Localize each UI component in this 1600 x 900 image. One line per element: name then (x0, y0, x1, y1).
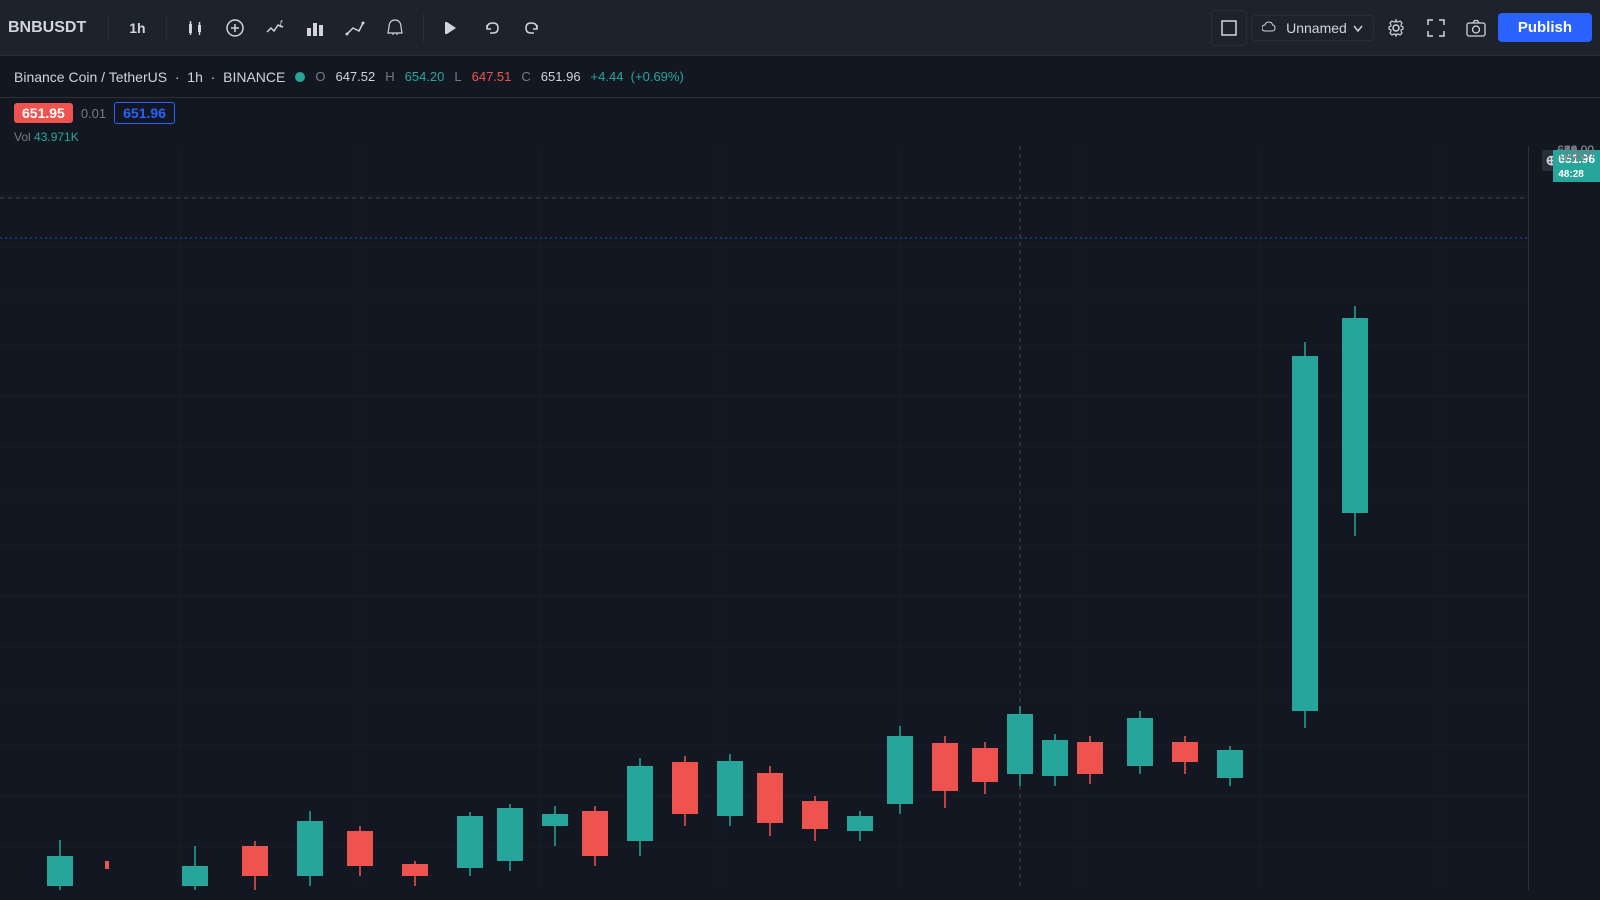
chevron-down-icon (1353, 24, 1363, 32)
price-tags-row: 651.95 0.01 651.96 (0, 98, 1600, 128)
ticker-symbol[interactable]: BNBUSDT (8, 19, 86, 37)
right-toolbar: Unnamed Publish (1211, 10, 1592, 46)
close-label: C (521, 69, 530, 84)
screenshot-button[interactable] (1458, 10, 1494, 46)
camera-icon (1466, 19, 1486, 37)
publish-button[interactable]: Publish (1498, 13, 1592, 42)
bar-chart-icon (305, 18, 325, 38)
undo-button[interactable] (474, 10, 510, 46)
layout-name: Unnamed (1286, 20, 1347, 36)
redo-icon (522, 18, 542, 38)
divider-2 (166, 14, 167, 42)
replay-icon (442, 18, 462, 38)
alerts-icon (385, 18, 405, 38)
fullscreen-icon (1427, 19, 1445, 37)
low-label: L (454, 69, 461, 84)
live-dot (295, 72, 305, 82)
close-value: 651.96 (541, 69, 581, 84)
indicators-icon: ƒ (265, 18, 285, 38)
alerts-button[interactable] (377, 10, 413, 46)
candle-type-button[interactable] (177, 10, 213, 46)
trend-line-button[interactable] (337, 10, 373, 46)
high-label: H (385, 69, 394, 84)
usdt-label: USDT (1551, 146, 1600, 168)
svg-text:ƒ: ƒ (279, 19, 283, 28)
settings-button[interactable] (1378, 10, 1414, 46)
pair-display: Binance Coin / TetherUS · 1h · BINANCE (14, 69, 285, 85)
change-amount: +4.44 (591, 69, 624, 84)
chart-area[interactable]: USDT (0, 146, 1600, 890)
pair-name-text: Binance Coin / TetherUS (14, 69, 167, 85)
square-icon (1220, 19, 1238, 37)
cloud-icon (1262, 21, 1280, 35)
price-axis: .pa-level { position:absolute; right:6px… (1528, 146, 1600, 890)
undo-icon (482, 18, 502, 38)
exchange-text: BINANCE (223, 69, 285, 85)
add-icon (225, 18, 245, 38)
open-value: 647.52 (335, 69, 375, 84)
vol-row: Vol 43.971K (0, 128, 1600, 146)
change-pct: +0.69% (635, 69, 679, 84)
interval-text: 1h (187, 69, 203, 85)
redo-button[interactable] (514, 10, 550, 46)
divider-3 (423, 14, 424, 42)
candle-icon (185, 18, 205, 38)
low-value: 647.51 (472, 69, 512, 84)
watch-button[interactable] (1211, 10, 1247, 46)
ask-price-tag[interactable]: 651.96 (114, 102, 175, 124)
fullscreen-button[interactable] (1418, 10, 1454, 46)
info-bar: Binance Coin / TetherUS · 1h · BINANCE O… (0, 56, 1600, 98)
cloud-save-button[interactable]: Unnamed (1251, 15, 1374, 41)
add-indicator-button[interactable] (217, 10, 253, 46)
open-label: O (315, 69, 325, 84)
current-price-time: 48:28 (1558, 169, 1584, 180)
gear-icon (1386, 18, 1406, 38)
divider-1 (108, 14, 109, 42)
replay-button[interactable] (434, 10, 470, 46)
change-value: +4.44 (+0.69%) (591, 69, 684, 84)
timeframe-button[interactable]: 1h (119, 16, 155, 40)
indicators-button[interactable]: ƒ (257, 10, 293, 46)
candlestick-chart (0, 146, 1528, 890)
vol-label: Vol (14, 130, 31, 144)
main-toolbar: BNBUSDT 1h ƒ (0, 0, 1600, 56)
bid-price-tag[interactable]: 651.95 (14, 103, 73, 123)
bar-chart-button[interactable] (297, 10, 333, 46)
high-value: 654.20 (405, 69, 445, 84)
vol-value: 43.971K (34, 130, 79, 144)
trend-icon (345, 18, 365, 38)
price-diff: 0.01 (81, 106, 106, 121)
